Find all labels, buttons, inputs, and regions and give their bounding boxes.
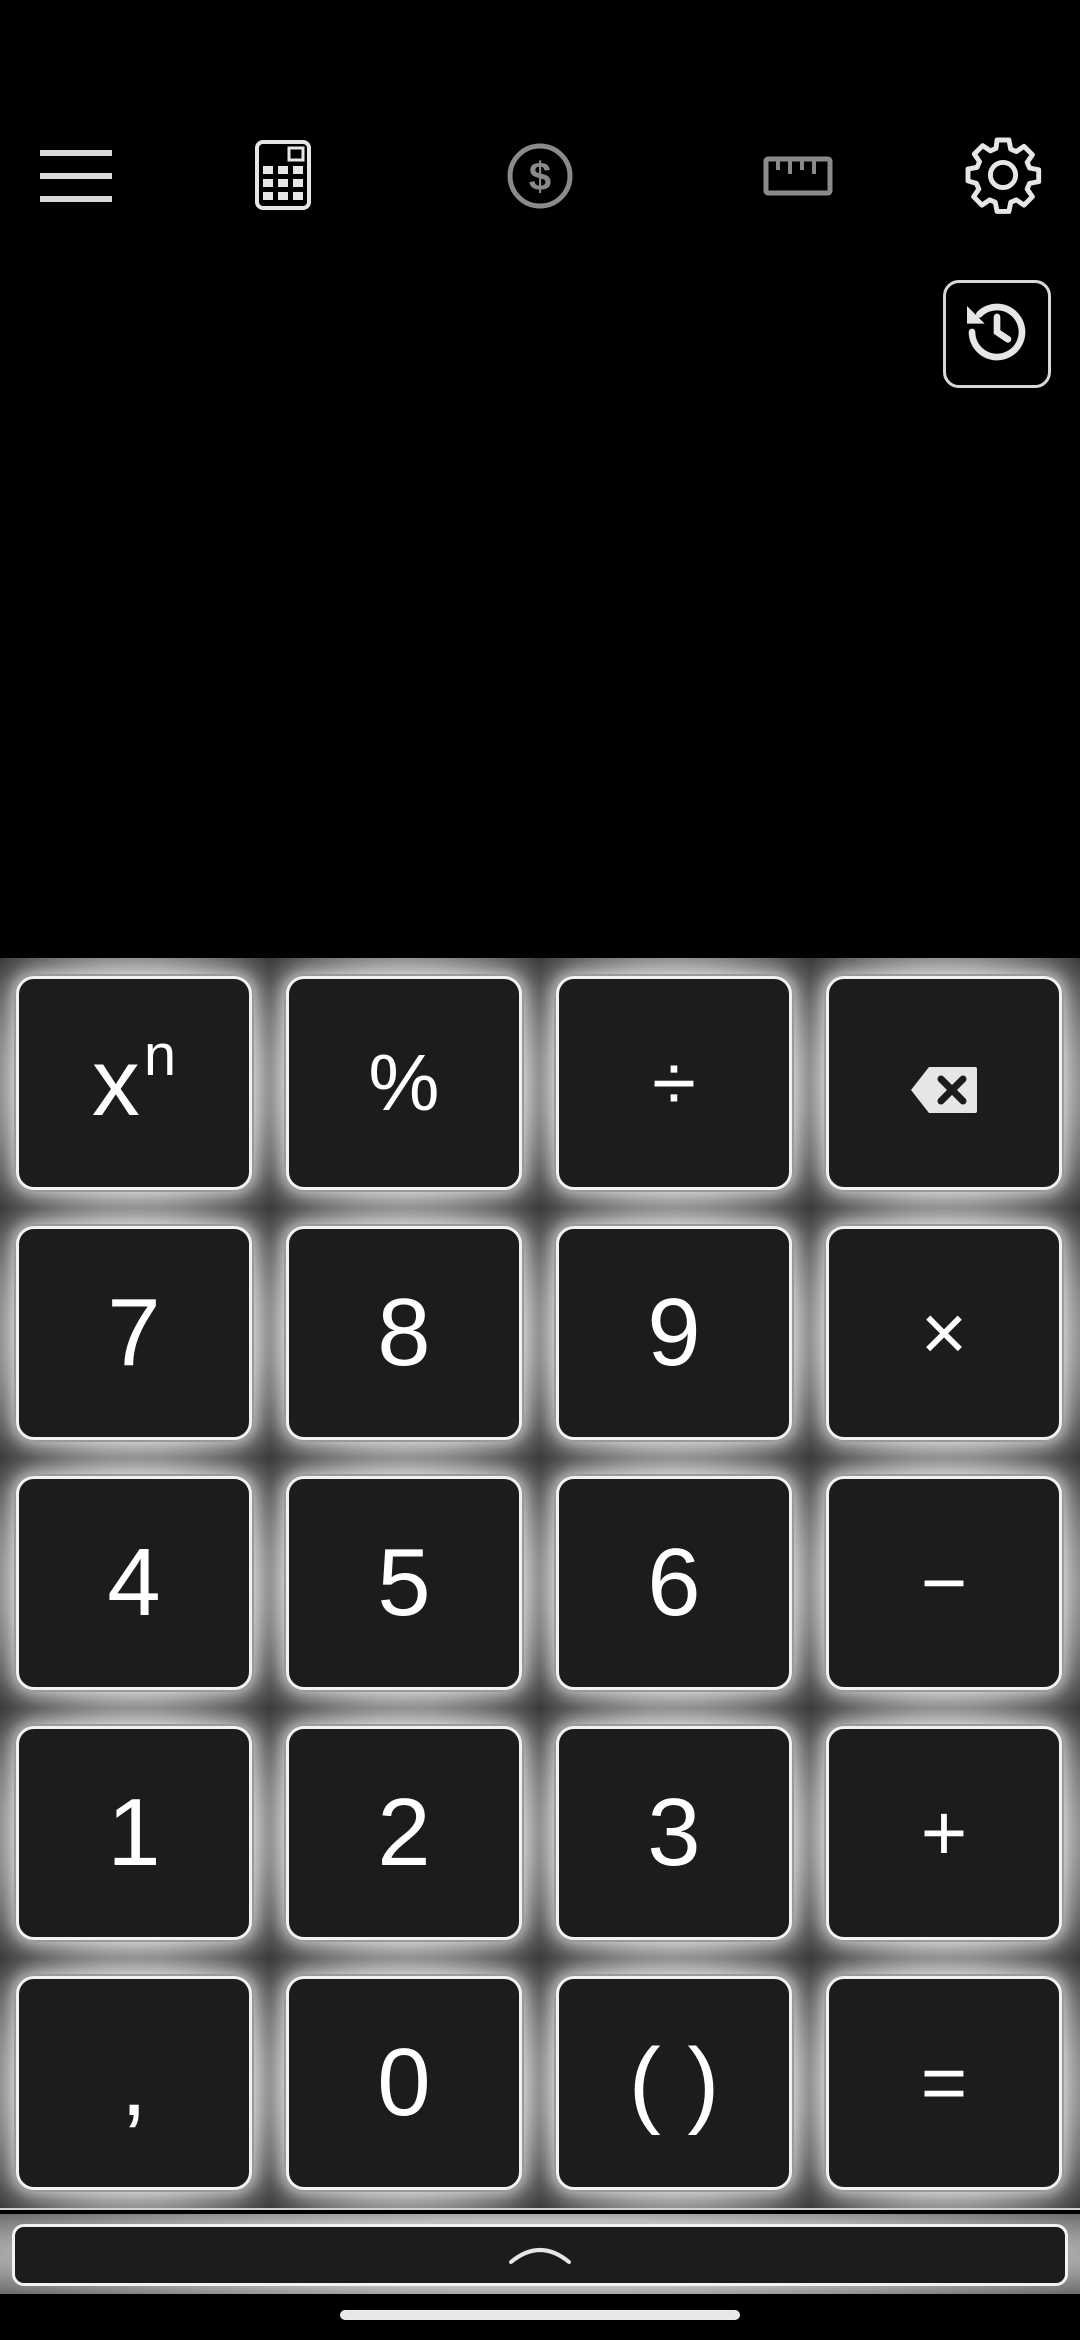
ruler-icon[interactable] [756, 146, 840, 206]
digit-4-button[interactable]: 4 [16, 1476, 252, 1690]
parentheses-button[interactable]: ( ) [556, 1976, 792, 2190]
digit-1-button[interactable]: 1 [16, 1726, 252, 1940]
history-button[interactable] [943, 280, 1051, 388]
digit-2-button[interactable]: 2 [286, 1726, 522, 1940]
keypad: xn % ÷ 7 8 9 × 4 5 6 − 1 2 3 + , 0 ( ) = [0, 958, 1080, 2210]
multiply-button[interactable]: × [826, 1226, 1062, 1440]
backspace-button[interactable] [826, 976, 1062, 1190]
digit-6-button[interactable]: 6 [556, 1476, 792, 1690]
digit-8-button[interactable]: 8 [286, 1226, 522, 1440]
top-toolbar: $ [0, 0, 1080, 260]
currency-icon[interactable]: $ [500, 140, 580, 212]
menu-icon[interactable] [36, 140, 116, 212]
gear-icon[interactable] [960, 132, 1046, 218]
percent-button[interactable]: % [286, 976, 522, 1190]
divide-button[interactable]: ÷ [556, 976, 792, 1190]
digit-7-button[interactable]: 7 [16, 1226, 252, 1440]
home-indicator[interactable] [340, 2310, 740, 2320]
calculator-icon[interactable] [248, 138, 318, 212]
chevron-up-icon [505, 2238, 575, 2273]
comma-button[interactable]: , [16, 1976, 252, 2190]
calculator-display [0, 400, 1080, 955]
expand-keypad-button[interactable] [12, 2224, 1068, 2286]
minus-button[interactable]: − [826, 1476, 1062, 1690]
digit-0-button[interactable]: 0 [286, 1976, 522, 2190]
history-icon [957, 292, 1037, 377]
digit-5-button[interactable]: 5 [286, 1476, 522, 1690]
svg-text:$: $ [529, 155, 551, 199]
power-button[interactable]: xn [16, 976, 252, 1190]
digit-9-button[interactable]: 9 [556, 1226, 792, 1440]
backspace-icon [909, 1028, 979, 1138]
expand-bar [0, 2214, 1080, 2294]
equals-button[interactable]: = [826, 1976, 1062, 2190]
plus-button[interactable]: + [826, 1726, 1062, 1940]
digit-3-button[interactable]: 3 [556, 1726, 792, 1940]
calculator-screen: $ x n % ÷ 7 8 9 × 4 5 6 − 1 2 3 + , 0 (… [0, 0, 1080, 2340]
